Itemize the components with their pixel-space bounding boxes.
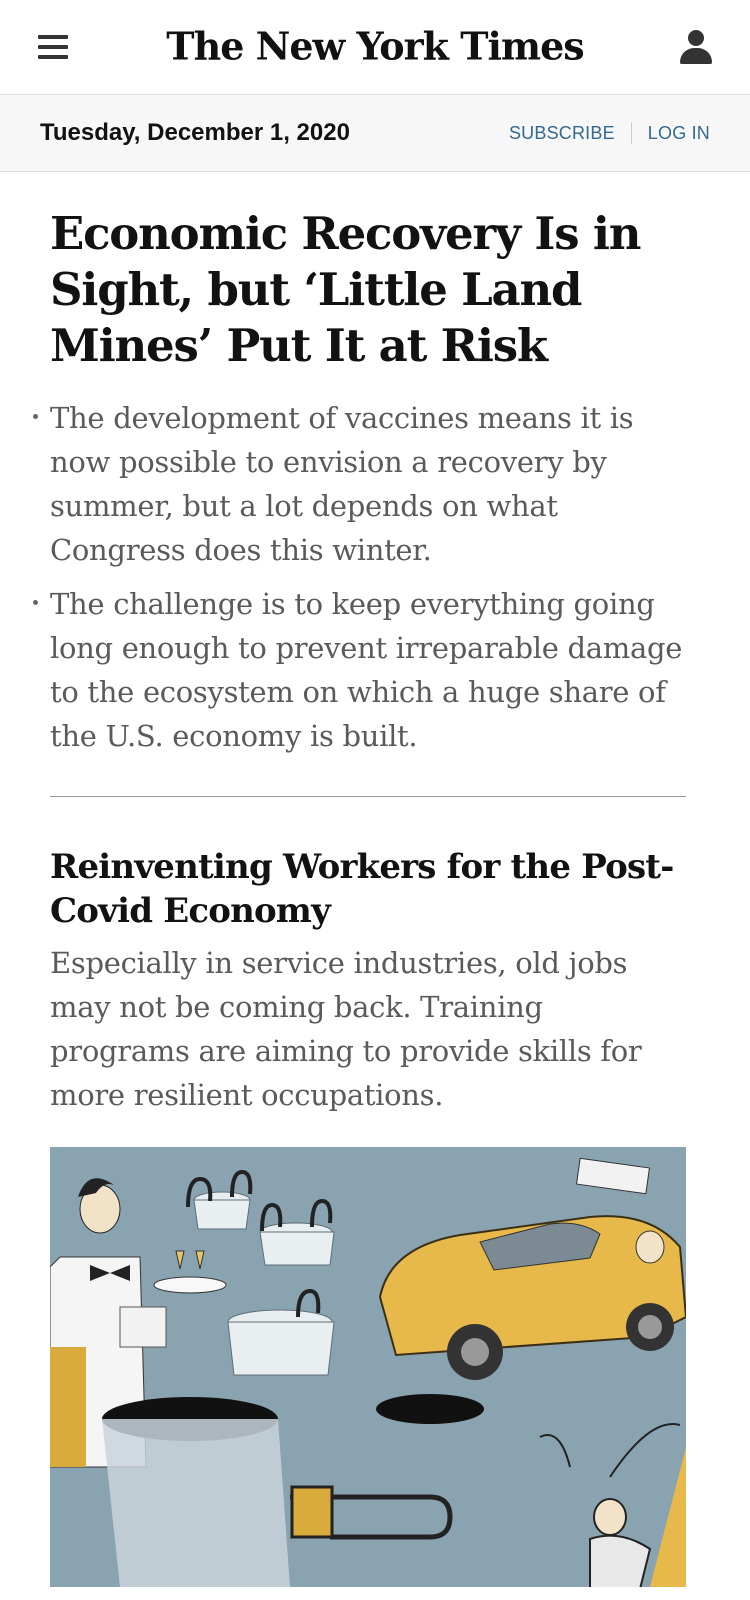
login-link[interactable]: LOG IN [648, 123, 710, 144]
main-content: Economic Recovery Is in Sight, but ‘Litt… [0, 206, 750, 1587]
nyt-logo[interactable]: The New York Times [166, 24, 584, 69]
masthead: The New York Times [0, 0, 750, 95]
story-illustration[interactable] [50, 1147, 686, 1587]
hamburger-menu-icon[interactable] [38, 35, 68, 59]
lead-headline[interactable]: Economic Recovery Is in Sight, but ‘Litt… [50, 206, 686, 374]
user-icon[interactable] [680, 30, 712, 64]
story-headline[interactable]: Reinventing Workers for the Post-Covid E… [50, 845, 686, 933]
date-bar: Tuesday, December 1, 2020 SUBSCRIBE LOG … [0, 95, 750, 172]
subscribe-link[interactable]: SUBSCRIBE [509, 123, 615, 144]
account-links: SUBSCRIBE LOG IN [509, 122, 710, 144]
section-divider [50, 796, 686, 797]
summary-bullet: The challenge is to keep everything goin… [33, 582, 686, 758]
lead-summary-list: The development of vaccines means it is … [33, 396, 686, 758]
summary-bullet: The development of vaccines means it is … [33, 396, 686, 572]
current-date: Tuesday, December 1, 2020 [40, 119, 350, 146]
story-summary: Especially in service industries, old jo… [50, 946, 642, 1112]
link-divider [630, 122, 632, 144]
